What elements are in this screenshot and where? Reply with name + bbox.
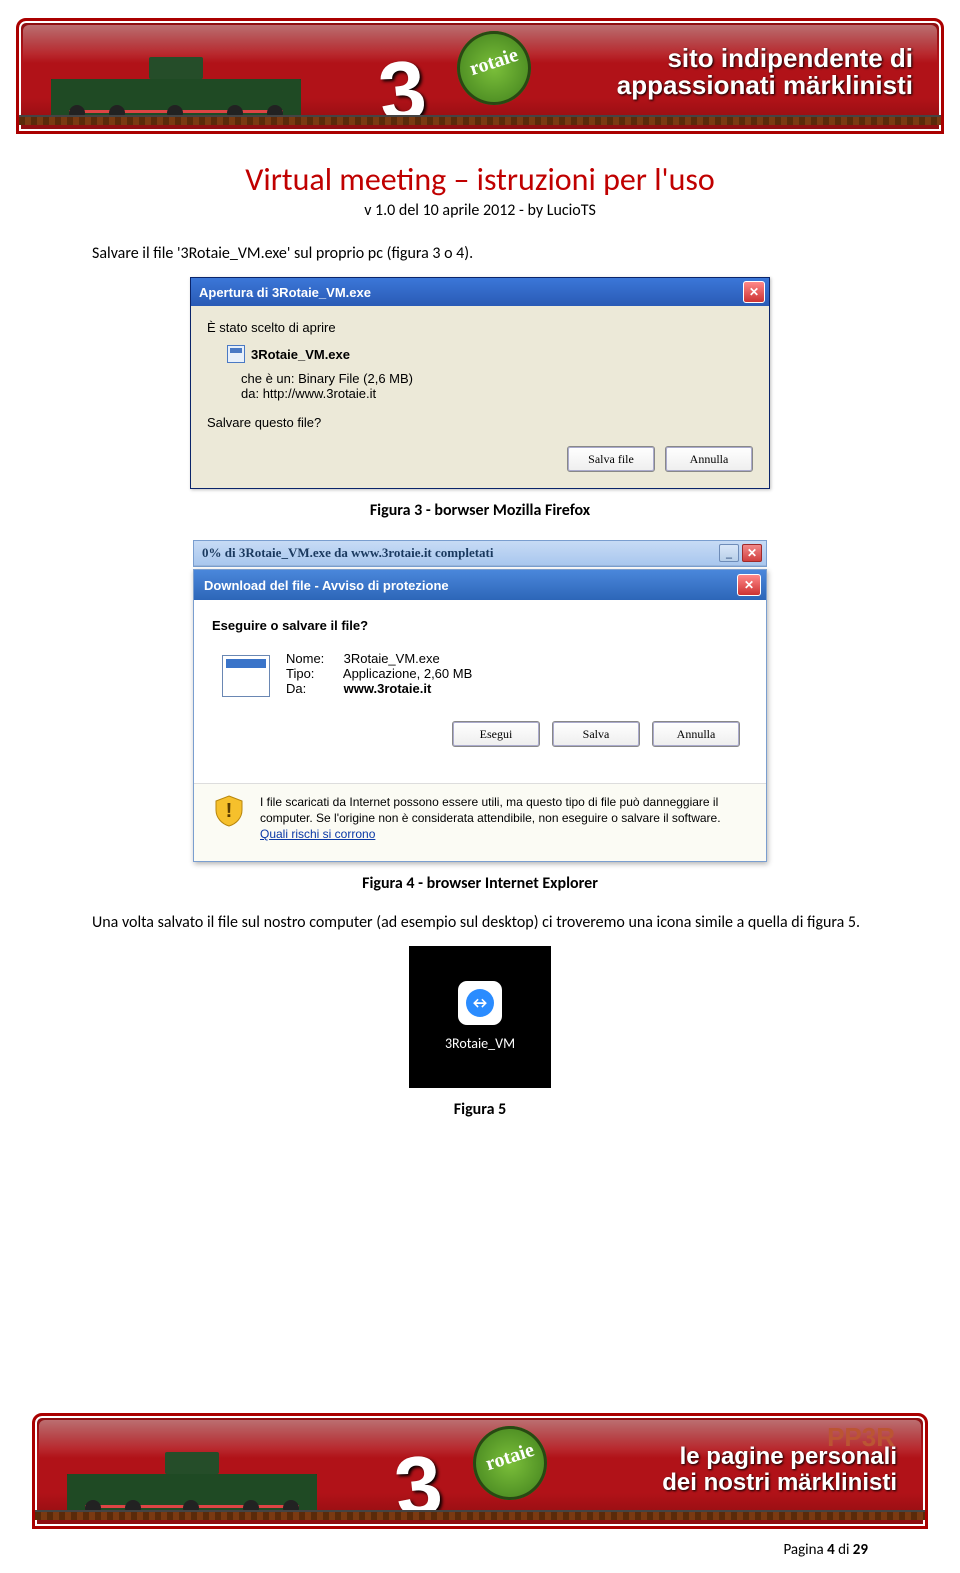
teamviewer-icon: ↔ [458,981,502,1025]
run-button[interactable]: Esegui [452,721,540,747]
footer-tagline: le pagine personali dei nostri märklinis… [662,1444,897,1497]
intro-text: Salvare il file '3Rotaie_VM.exe' sul pro… [92,244,868,263]
desktop-icon: ↔ 3Rotaie_VM [409,946,551,1088]
ie-download-dialog: Download del file - Avviso di protezione… [193,569,767,862]
warning-shield-icon: ! [212,794,246,828]
close-icon[interactable]: ✕ [742,544,762,562]
locomotive-illustration [67,1450,317,1510]
page-subtitle: v 1.0 del 10 aprile 2012 - by LucioTS [92,201,868,220]
dialog-question: Eseguire o salvare il file? [212,618,748,633]
save-button[interactable]: Salva [552,721,640,747]
dialog-title: Download del file - Avviso di protezione [204,578,449,593]
filename-label: 3Rotaie_VM.exe [251,347,350,362]
warning-text: I file scaricati da Internet possono ess… [260,794,748,843]
icon-label: 3Rotaie_VM [445,1035,515,1052]
application-icon [222,655,270,697]
figure-5-caption: Figura 5 [92,1100,868,1119]
risks-link[interactable]: Quali rischi si corrono [260,827,375,841]
cancel-button[interactable]: Annulla [665,446,753,472]
header-banner: 3 rotaie sito indipendente di appassiona… [16,18,944,134]
figure-3-caption: Figura 3 - borwser Mozilla Firefox [92,501,868,520]
dialog-question: Salvare questo file? [207,415,753,430]
minimize-icon[interactable]: _ [719,544,739,562]
dialog-text: È stato scelto di aprire [207,320,753,335]
paragraph-2: Una volta salvato il file sul nostro com… [92,913,868,932]
page-title: Virtual meeting – istruzioni per l'uso [92,160,868,199]
close-icon[interactable]: ✕ [737,574,761,596]
ie-progress-window: 0% di 3Rotaie_VM.exe da www.3rotaie.it c… [193,540,767,567]
progress-title: 0% di 3Rotaie_VM.exe da www.3rotaie.it c… [202,545,493,561]
banner-tagline: sito indipendente di appassionati märkli… [617,45,913,100]
svg-text:!: ! [226,800,233,822]
locomotive-illustration [51,55,301,115]
close-icon[interactable]: ✕ [743,281,765,303]
dialog-title: Apertura di 3Rotaie_VM.exe [199,285,371,300]
figure-4-caption: Figura 4 - browser Internet Explorer [92,874,868,893]
save-file-button[interactable]: Salva file [567,446,655,472]
file-icon [227,345,245,363]
page-number: Pagina 4 di 29 [783,1541,868,1559]
footer-banner: 3 rotaie PP3R le pagine personali dei no… [32,1413,928,1529]
firefox-save-dialog: Apertura di 3Rotaie_VM.exe ✕ È stato sce… [190,277,770,489]
cancel-button[interactable]: Annulla [652,721,740,747]
